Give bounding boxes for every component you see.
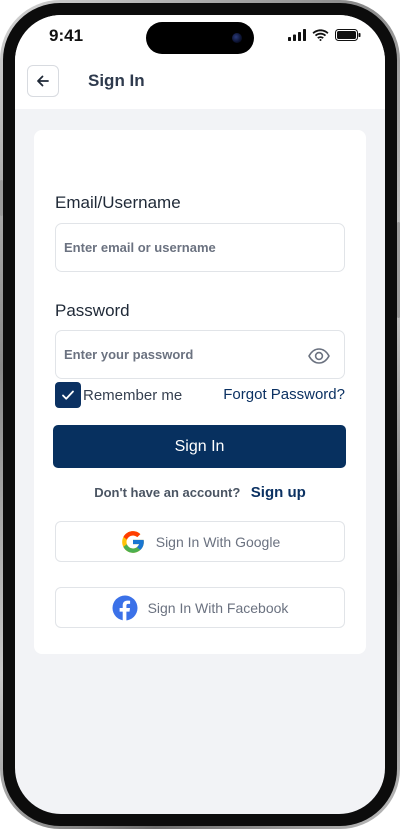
status-icons (288, 29, 361, 41)
facebook-sign-in-label: Sign In With Facebook (147, 599, 289, 616)
password-label: Password (55, 301, 130, 320)
arrow-left-icon (37, 75, 49, 87)
google-sign-in-label: Sign In With Google (155, 533, 281, 550)
facebook-sign-in-button[interactable]: Sign In With Facebook (55, 587, 345, 628)
remember-me-label: Remember me (83, 386, 183, 404)
camera-icon (232, 33, 242, 43)
status-time: 9:41 (49, 26, 84, 45)
google-icon (121, 530, 144, 553)
back-button[interactable] (27, 65, 59, 97)
dynamic-island (146, 22, 254, 54)
remember-me-checkbox[interactable] (55, 382, 81, 408)
google-sign-in-button[interactable]: Sign In With Google (55, 521, 345, 562)
email-label: Email/Username (55, 193, 181, 212)
signup-prompt: Don't have an account? (94, 485, 241, 500)
email-input[interactable] (55, 223, 345, 272)
sign-in-button[interactable]: Sign In (53, 425, 346, 468)
battery-icon (335, 29, 361, 41)
cellular-signal-icon (288, 29, 306, 41)
sign-in-card: Email/Username Password Remember me Forg… (34, 130, 366, 654)
checkmark-icon (62, 390, 74, 400)
app-header: Sign In (15, 65, 385, 109)
password-input[interactable] (55, 330, 345, 379)
facebook-icon (112, 595, 138, 621)
remember-me-row: Remember me (55, 382, 182, 408)
signup-row: Don't have an account? Sign up (34, 484, 366, 502)
status-bar: 9:41 (15, 15, 385, 65)
sign-up-link[interactable]: Sign up (251, 484, 306, 501)
forgot-password-link[interactable]: Forgot Password? (223, 386, 345, 403)
page-title: Sign In (88, 71, 145, 90)
screen: 9:41 Sign In Email/Username Enter email … (15, 15, 385, 814)
eye-icon (308, 348, 330, 364)
wifi-icon (312, 29, 329, 41)
password-visibility-toggle[interactable] (307, 346, 331, 366)
